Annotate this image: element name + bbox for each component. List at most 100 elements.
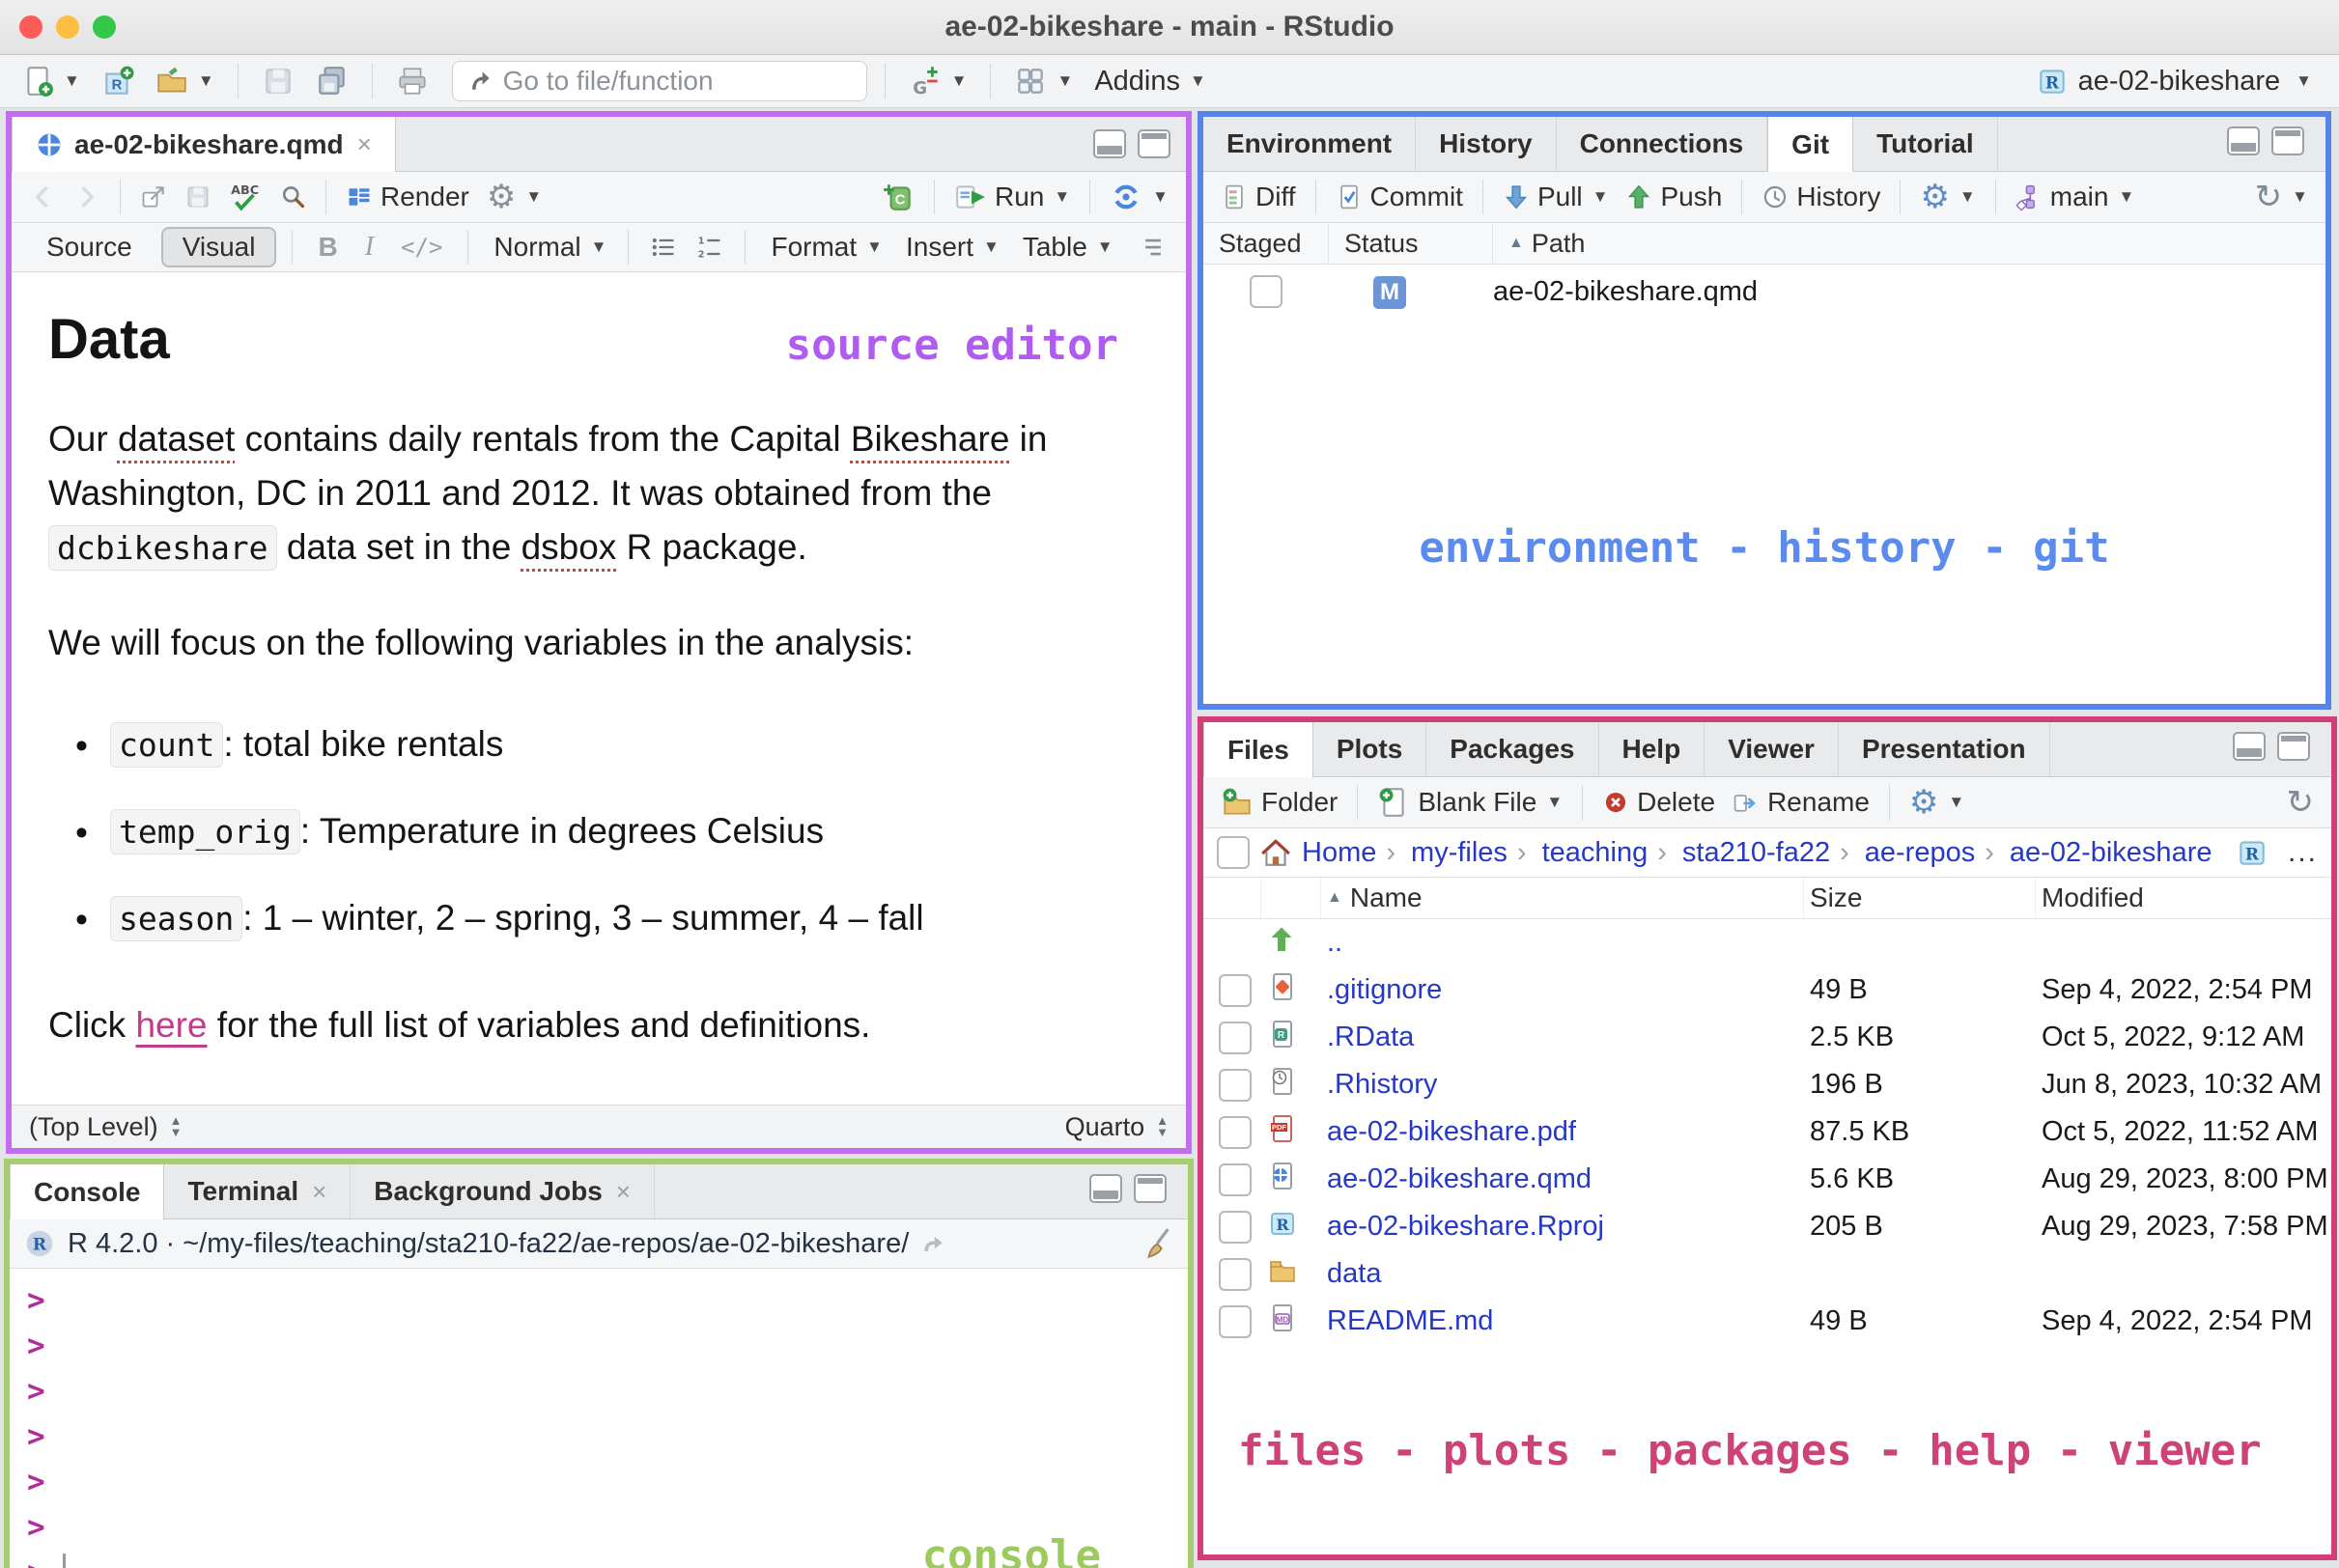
format-menu[interactable]: Format ▼	[761, 228, 888, 266]
file-checkbox[interactable]	[1219, 1021, 1252, 1054]
visual-editor-content[interactable]: source editor Data Our dataset contains …	[12, 272, 1186, 1105]
staged-checkbox[interactable]	[1250, 275, 1282, 308]
file-name-link[interactable]: data	[1327, 1258, 1381, 1289]
workspace-tab[interactable]: Git	[1767, 117, 1854, 172]
file-row[interactable]: R .RData 2.5 KB Oct 5, 2022, 9:12 AM	[1203, 1014, 2331, 1061]
workspace-tab[interactable]: Viewer	[1705, 722, 1839, 776]
breadcrumb-link[interactable]: ae-repos	[1865, 837, 2004, 869]
file-checkbox[interactable]	[1219, 1257, 1252, 1291]
console-tab[interactable]: Background Jobs ×	[351, 1164, 655, 1218]
breadcrumb-link[interactable]: ae-02-bikeshare	[2010, 837, 2212, 869]
modified-column-header[interactable]: Modified	[2036, 878, 2331, 918]
workspace-tab[interactable]: Help	[1599, 722, 1705, 776]
file-checkbox[interactable]	[1219, 1210, 1252, 1244]
save-source-button[interactable]	[179, 180, 217, 214]
breadcrumb-link[interactable]: teaching	[1542, 837, 1677, 869]
print-button[interactable]	[390, 61, 435, 101]
insert-chunk-button[interactable]: C	[876, 177, 920, 217]
file-name-link[interactable]: .Rhistory	[1327, 1069, 1437, 1100]
open-in-new-window-button[interactable]	[134, 180, 173, 214]
maximize-pane-icon[interactable]	[2271, 126, 2304, 155]
pull-button[interactable]: Pull ▼	[1497, 178, 1615, 216]
project-switcher[interactable]: R ae-02-bikeshare ▼	[2036, 65, 2312, 98]
save-button[interactable]	[256, 61, 300, 101]
breadcrumb-more-button[interactable]: ...	[2288, 836, 2318, 869]
scope-spinner-icon[interactable]	[170, 1115, 183, 1138]
render-button[interactable]: Render	[340, 178, 475, 216]
file-row[interactable]: MD README.md 49 B Sep 4, 2022, 2:54 PM	[1203, 1298, 2331, 1345]
new-folder-button[interactable]: Folder	[1215, 782, 1343, 823]
show-directory-icon[interactable]	[920, 1230, 947, 1257]
commit-button[interactable]: Commit	[1330, 178, 1469, 216]
git-more-button[interactable]: ⚙ ▼	[1914, 174, 1981, 220]
workspace-tab[interactable]: Environment	[1203, 117, 1417, 171]
file-name-link[interactable]: .gitignore	[1327, 974, 1442, 1005]
visual-mode-button[interactable]: Visual	[160, 227, 277, 267]
home-icon[interactable]	[1259, 836, 1292, 869]
file-checkbox[interactable]	[1219, 1304, 1252, 1338]
file-checkbox[interactable]	[1219, 973, 1252, 1007]
workspace-panes-button[interactable]: ▼	[1008, 61, 1079, 101]
numbered-list-button[interactable]: 12	[690, 230, 729, 265]
size-column-header[interactable]: Size	[1804, 878, 2036, 918]
file-row[interactable]: data	[1203, 1250, 2331, 1298]
blank-file-button[interactable]: Blank File ▼	[1371, 782, 1568, 823]
spellcheck-button[interactable]: ABC	[223, 177, 268, 217]
files-refresh-button[interactable]: ↻	[2281, 779, 2321, 826]
file-name-link[interactable]: ae-02-bikeshare.qmd	[1327, 1163, 1592, 1194]
file-row[interactable]: PDF ae-02-bikeshare.pdf 87.5 KB Oct 5, 2…	[1203, 1108, 2331, 1156]
file-name-link[interactable]: ae-02-bikeshare.Rproj	[1327, 1211, 1604, 1242]
select-all-checkbox[interactable]	[1217, 836, 1250, 869]
tab-ae-02-bikeshare-qmd[interactable]: ae-02-bikeshare.qmd ×	[12, 117, 396, 172]
file-name-link[interactable]: .RData	[1327, 1022, 1414, 1052]
breadcrumb-link[interactable]: my-files	[1411, 837, 1536, 869]
close-icon[interactable]: ×	[616, 1177, 631, 1207]
paragraph-style-menu[interactable]: Normal ▼	[484, 228, 612, 266]
back-button[interactable]	[23, 180, 62, 214]
file-checkbox[interactable]	[1219, 1162, 1252, 1196]
workspace-tab[interactable]: Tutorial	[1853, 117, 1998, 171]
minimize-pane-icon[interactable]	[2233, 732, 2266, 761]
save-all-button[interactable]	[310, 61, 354, 101]
file-row[interactable]: ..	[1203, 919, 2331, 966]
source-menu-button[interactable]: ▼	[1104, 177, 1174, 217]
name-column-header[interactable]: ▲ Name	[1321, 878, 1804, 918]
file-row[interactable]: .gitignore 49 B Sep 4, 2022, 2:54 PM	[1203, 966, 2331, 1014]
goto-file-input[interactable]: Go to file/function	[451, 61, 867, 101]
breadcrumb-link[interactable]: sta210-fa22	[1682, 837, 1859, 869]
code-format-button[interactable]: </>	[391, 234, 452, 261]
forward-button[interactable]	[68, 180, 106, 214]
file-checkbox[interactable]	[1219, 1068, 1252, 1102]
maximize-pane-icon[interactable]	[2277, 732, 2310, 761]
workspace-tab[interactable]: Connections	[1557, 117, 1768, 171]
close-icon[interactable]: ×	[312, 1177, 326, 1207]
outline-toggle-button[interactable]	[1134, 230, 1172, 265]
maximize-pane-icon[interactable]	[1134, 1174, 1167, 1203]
git-file-row[interactable]: M ae-02-bikeshare.qmd	[1203, 265, 2325, 319]
rename-file-button[interactable]: Rename	[1727, 783, 1875, 822]
file-row[interactable]: .Rhistory 196 B Jun 8, 2023, 10:32 AM	[1203, 1061, 2331, 1108]
source-mode-button[interactable]: Source	[25, 227, 154, 267]
workspace-tab[interactable]: History	[1416, 117, 1557, 171]
workspace-tab[interactable]: Files	[1203, 722, 1313, 777]
git-history-button[interactable]: History	[1756, 178, 1886, 216]
minimize-pane-icon[interactable]	[2227, 126, 2260, 155]
insert-menu[interactable]: Insert ▼	[896, 228, 1005, 266]
minimize-pane-icon[interactable]	[1093, 129, 1126, 158]
branch-button[interactable]: main ▼	[2010, 178, 2141, 216]
file-row[interactable]: ae-02-bikeshare.qmd 5.6 KB Aug 29, 2023,…	[1203, 1156, 2331, 1203]
addins-menu[interactable]: Addins ▼	[1088, 62, 1212, 101]
diff-button[interactable]: Diff	[1215, 178, 1302, 216]
path-column-header[interactable]: ▲ Path	[1493, 223, 2325, 264]
files-more-button[interactable]: ⚙ ▼	[1903, 779, 1970, 826]
close-icon[interactable]: ×	[357, 129, 372, 159]
render-options-button[interactable]: ⚙ ▼	[481, 174, 548, 220]
find-replace-button[interactable]	[273, 180, 312, 214]
file-checkbox[interactable]	[1219, 1115, 1252, 1149]
status-column-header[interactable]: Status	[1329, 223, 1493, 264]
git-refresh-button[interactable]: ↻ ▼	[2249, 174, 2314, 220]
minimize-pane-icon[interactable]	[1089, 1174, 1122, 1203]
file-name-link[interactable]: ..	[1327, 927, 1342, 958]
breadcrumb-link[interactable]: Home	[1302, 837, 1405, 869]
new-file-button[interactable]: ▼	[15, 61, 86, 101]
